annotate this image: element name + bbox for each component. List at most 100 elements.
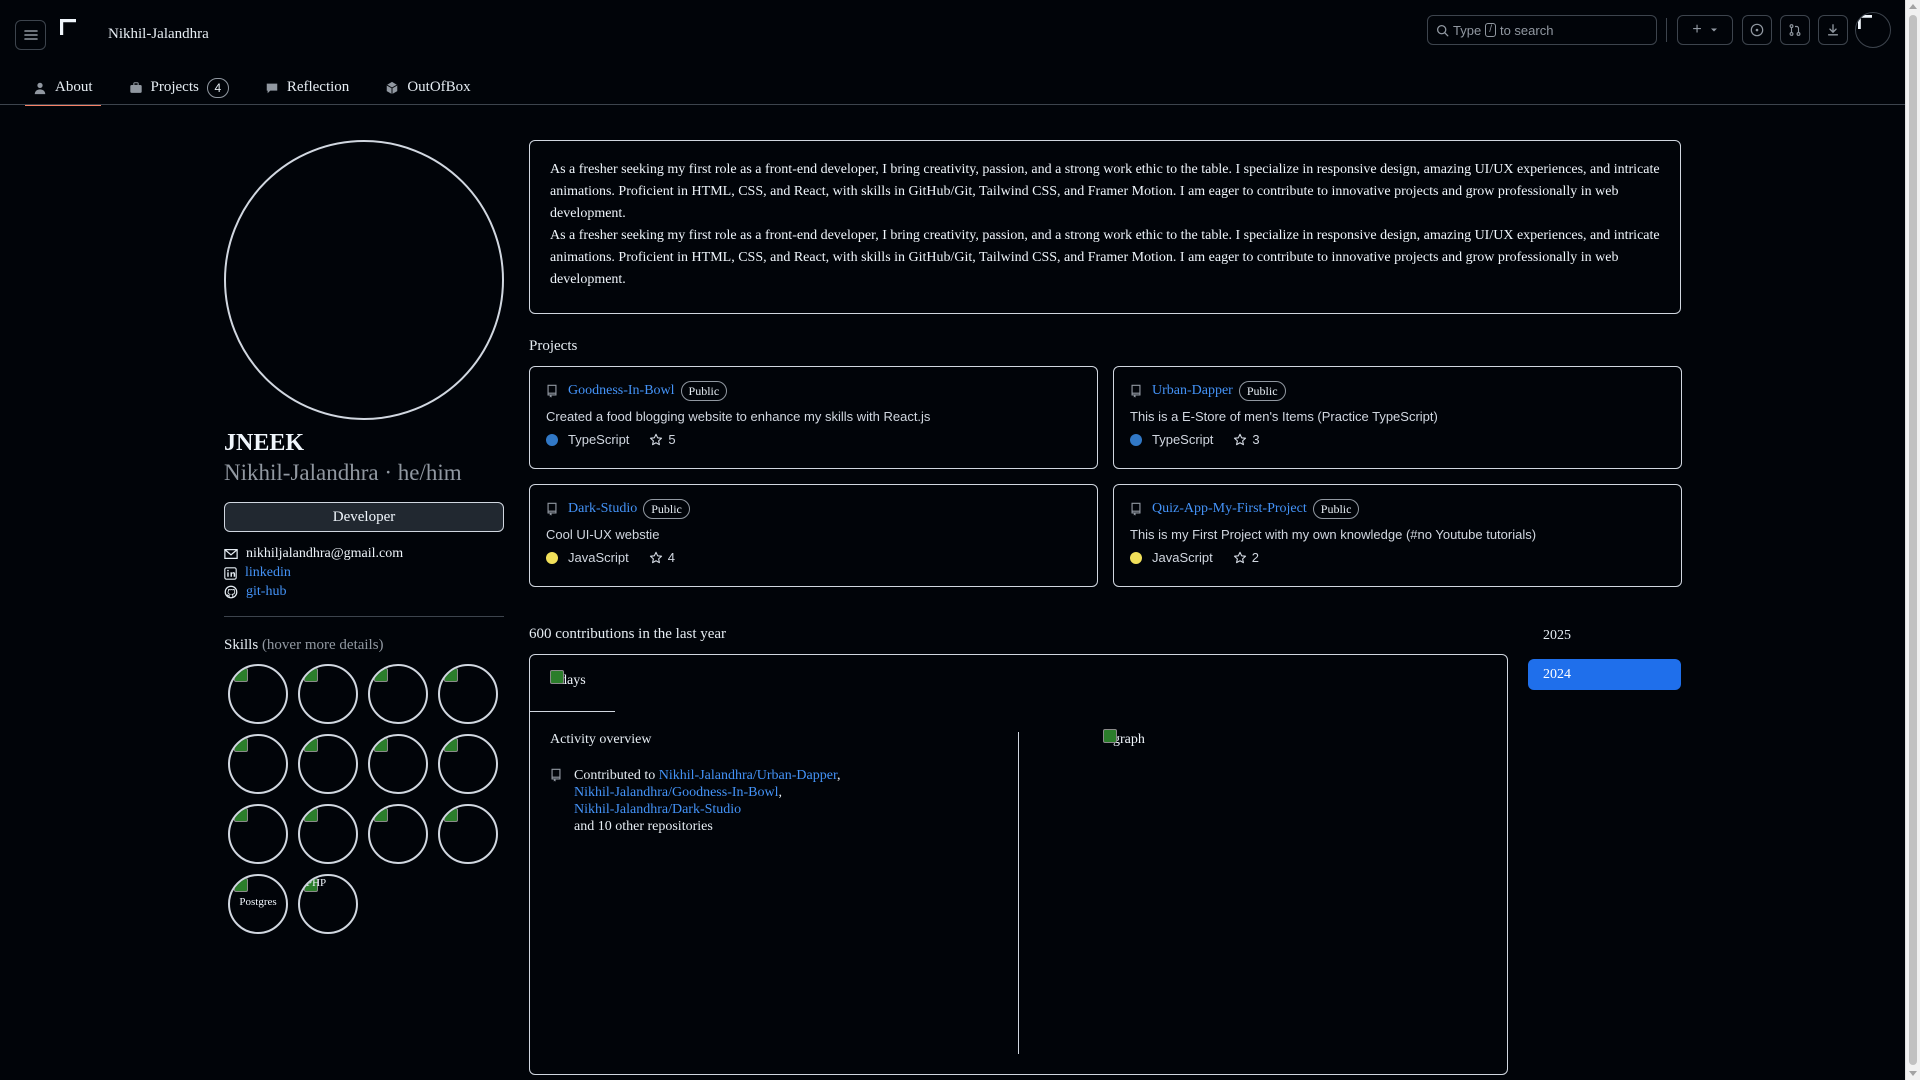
repo-language: JavaScript <box>1130 550 1213 565</box>
skill-icon[interactable] <box>298 664 358 724</box>
github-link[interactable]: git-hub <box>246 584 286 600</box>
contributed-repo-link[interactable]: Nikhil-Jalandhra/Goodness-In-Bowl <box>574 785 779 800</box>
skill-icon[interactable] <box>368 804 428 864</box>
logo-image[interactable] <box>60 19 80 39</box>
visibility-badge: Public <box>643 499 690 519</box>
left-divider <box>224 616 504 617</box>
contributed-repo-link[interactable]: Nikhil-Jalandhra/Dark-Studio <box>574 802 741 817</box>
skill-php-icon[interactable]: PHP <box>298 874 358 934</box>
tab-projects-label: Projects <box>150 79 199 95</box>
projects-heading: Projects <box>529 338 578 354</box>
repo-icon <box>1131 384 1141 398</box>
repo-name-link[interactable]: Goodness-In-Bowl <box>568 383 675 399</box>
repo-language: JavaScript <box>546 550 629 565</box>
download-icon <box>1827 24 1839 36</box>
skill-icon[interactable] <box>228 804 288 864</box>
profile-tabs: About Projects 4 Reflection OutOfBox <box>25 70 499 106</box>
search-suffix: to search <box>1499 22 1554 38</box>
email-text: nikhiljalandhra@gmail.com <box>246 546 404 561</box>
briefcase-icon <box>129 81 142 93</box>
visibility-badge: Public <box>1238 381 1286 401</box>
github-icon <box>224 585 238 599</box>
other-repos-text: and 10 other repositories <box>574 819 713 834</box>
skill-icon[interactable] <box>298 804 358 864</box>
person-icon <box>34 82 46 94</box>
github-row: git-hub <box>224 584 286 600</box>
year-button-2024[interactable]: 2024 <box>1528 659 1681 690</box>
skill-icon[interactable] <box>298 734 358 794</box>
user-avatar[interactable] <box>1855 12 1891 48</box>
tab-about-label: About <box>55 79 93 95</box>
repo-card: Urban-Dapper Public This is a E-Store of… <box>1113 366 1682 469</box>
repo-language: TypeScript <box>546 432 629 447</box>
activity-divider <box>1018 732 1019 1054</box>
header-username[interactable]: Nikhil-Jalandhra <box>108 26 209 43</box>
star-icon <box>650 433 663 445</box>
menu-icon <box>23 30 38 40</box>
repo-card: Goodness-In-Bowl Public Created a food b… <box>529 366 1098 469</box>
tabs-divider <box>0 104 1905 105</box>
create-new-button[interactable]: + <box>1677 15 1733 45</box>
repo-icon <box>547 384 557 398</box>
search-icon <box>1436 24 1449 36</box>
repo-description: This is a E-Store of men's Items (Practi… <box>1130 409 1438 424</box>
skill-icon[interactable] <box>228 664 288 724</box>
linkedin-link[interactable]: linkedin <box>245 565 291 581</box>
repo-stars[interactable]: 5 <box>649 432 676 447</box>
hamburger-menu-button[interactable] <box>15 20 46 50</box>
repo-stars[interactable]: 3 <box>1233 432 1260 447</box>
pull-requests-button[interactable] <box>1780 15 1810 45</box>
profile-pronouns: he/him <box>397 460 462 485</box>
profile-display-name: JNEEK <box>224 430 305 456</box>
login-separator: · <box>384 460 392 485</box>
tab-about[interactable]: About <box>25 70 101 106</box>
days-image: days <box>550 670 586 689</box>
skill-postgres-icon[interactable]: Postgres <box>228 874 288 934</box>
bio-readme: As a fresher seeking my first role as a … <box>529 140 1681 314</box>
skill-icon[interactable] <box>438 664 498 724</box>
skill-icon[interactable] <box>438 734 498 794</box>
repo-name-link[interactable]: Urban-Dapper <box>1152 383 1233 399</box>
skill-icon[interactable] <box>438 804 498 864</box>
header-divider <box>1666 18 1667 42</box>
scroll-down-arrow-icon[interactable] <box>1909 1071 1917 1076</box>
scroll-up-arrow-icon[interactable] <box>1909 4 1917 9</box>
mail-icon <box>224 549 238 559</box>
activity-contributions-text: Contributed to Nikhil-Jalandhra/Urban-Da… <box>574 768 841 834</box>
skills-hint: (hover more details) <box>261 637 384 653</box>
language-color-dot <box>1130 433 1142 446</box>
profile-avatar[interactable] <box>224 140 504 420</box>
skill-icon[interactable] <box>228 734 288 794</box>
star-icon <box>1234 433 1247 445</box>
repo-name-link[interactable]: Dark-Studio <box>568 501 637 517</box>
pull-request-icon <box>1789 24 1801 36</box>
tab-reflection[interactable]: Reflection <box>257 70 357 105</box>
repo-stars[interactable]: 2 <box>1233 550 1259 565</box>
page-scrollbar[interactable] <box>1905 0 1920 1080</box>
repo-description: Cool UI-UX webstie <box>546 527 660 542</box>
bio-paragraph: As a fresher seeking my first role as a … <box>550 228 1660 287</box>
scroll-thumb[interactable] <box>1909 15 1917 1065</box>
search-input[interactable]: Type / to search <box>1427 15 1657 45</box>
linkedin-row: linkedin <box>224 565 291 581</box>
year-button-2025[interactable]: 2025 <box>1528 620 1681 651</box>
repo-name-link[interactable]: Quiz-App-My-First-Project <box>1152 501 1307 517</box>
contributions-panel: days Activity overview Contributed to Ni… <box>529 654 1508 1075</box>
visibility-badge: Public <box>1312 499 1360 519</box>
role-button[interactable]: Developer <box>224 502 504 532</box>
skill-icon[interactable] <box>368 734 428 794</box>
tab-projects[interactable]: Projects 4 <box>121 70 237 105</box>
repo-description: This is my First Project with my own kno… <box>1130 527 1537 542</box>
activity-overview-title: Activity overview <box>550 732 652 747</box>
tab-outofbox[interactable]: OutOfBox <box>377 70 478 105</box>
search-prefix: Type <box>1453 22 1482 38</box>
email-row: nikhiljalandhra@gmail.com <box>224 546 403 562</box>
days-tab[interactable]: days <box>530 655 615 712</box>
repo-stars[interactable]: 4 <box>649 550 675 565</box>
issues-button[interactable] <box>1742 15 1772 45</box>
inbox-button[interactable] <box>1818 15 1848 45</box>
skill-icon[interactable] <box>368 664 428 724</box>
language-color-dot <box>546 433 558 446</box>
skills-title: Skills <box>224 637 259 653</box>
contributed-repo-link[interactable]: Nikhil-Jalandhra/Urban-Dapper <box>659 768 837 783</box>
